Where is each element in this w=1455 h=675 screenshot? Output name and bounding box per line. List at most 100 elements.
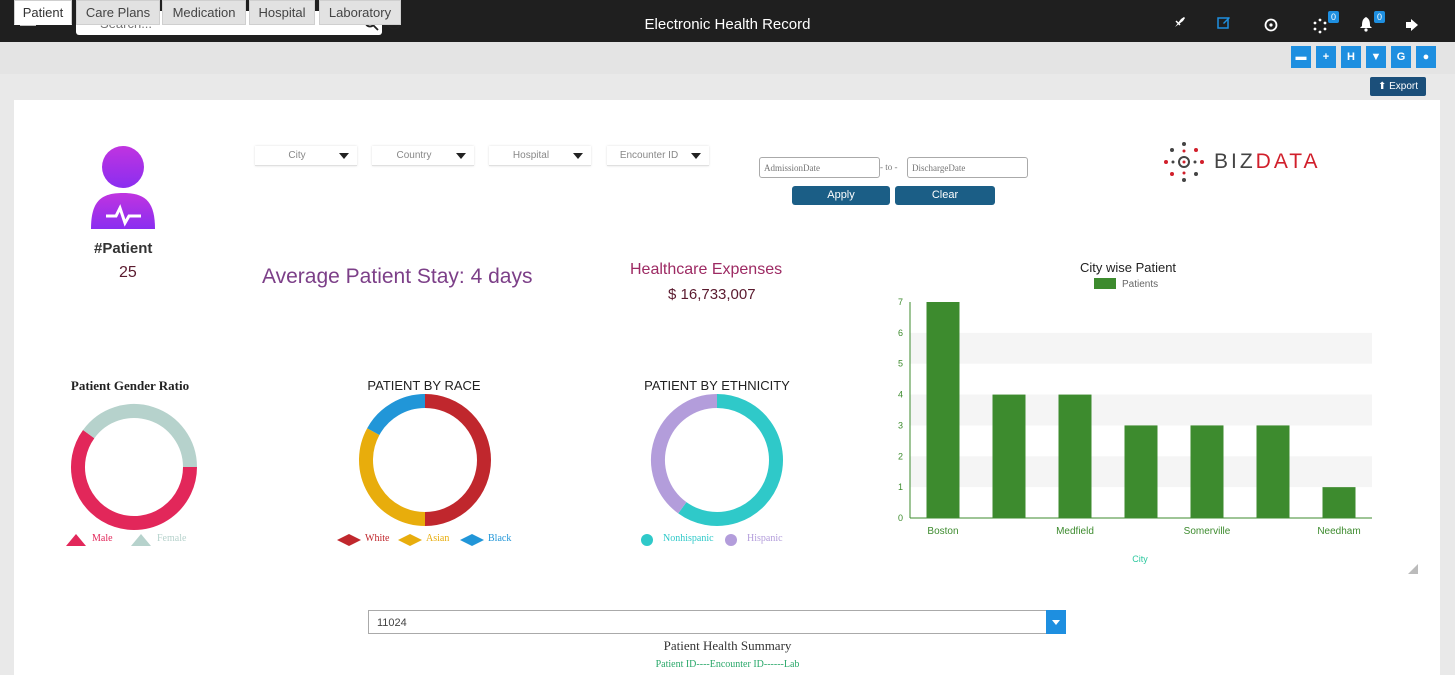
female-legend-icon (131, 534, 151, 546)
bar-6[interactable] (1322, 487, 1356, 518)
donut-slice-male[interactable] (71, 429, 197, 530)
caret-down-icon (573, 153, 583, 159)
asian-legend-icon (398, 534, 422, 546)
date-range-separator: - to - (880, 162, 898, 172)
tab-laboratory[interactable]: Laboratory (319, 0, 401, 25)
male-legend-icon (66, 534, 86, 546)
caret-down-icon (456, 153, 466, 159)
x-axis-label: City (1132, 554, 1148, 564)
black-legend-icon (460, 534, 484, 546)
caret-down-icon (339, 153, 349, 159)
filter-icon[interactable]: ▼ (1366, 46, 1386, 68)
gender-donut-chart (71, 404, 197, 530)
bar-1[interactable] (992, 394, 1026, 518)
logo-part-2: DATA (1255, 150, 1321, 173)
city-bar-chart: City wise Patient Patients 0 1 2 3 4 5 6 7 Boston M… (898, 260, 1372, 564)
admission-date-input[interactable] (759, 157, 880, 178)
legend-swatch-patients (1094, 278, 1116, 289)
export-button[interactable]: ⬆ Export (1370, 77, 1426, 96)
country-dropdown[interactable]: Country (372, 146, 474, 166)
logo-part-1: BIZ (1214, 150, 1256, 173)
caret-down-icon (1052, 620, 1060, 625)
race-chart-title: PATIENT BY RACE (367, 378, 481, 393)
resize-handle-icon[interactable] (1408, 564, 1418, 574)
patient-count-value: 25 (119, 264, 137, 281)
caret-down-icon (691, 153, 701, 159)
donut-slice-white[interactable] (424, 394, 491, 526)
donut-slice-female[interactable] (83, 404, 197, 468)
x-tick-label: Somerville (1184, 526, 1231, 537)
discharge-date-input[interactable] (907, 157, 1028, 178)
city-dropdown-label: City (288, 150, 306, 161)
bizdata-logo-text: BIZDATA (1214, 150, 1321, 174)
folder-icon[interactable]: ▬ (1291, 46, 1311, 68)
edit-icon[interactable] (1217, 15, 1231, 29)
loading-icon[interactable] (1312, 18, 1328, 34)
patient-icon (91, 146, 155, 229)
y-tick-label: 3 (898, 420, 903, 430)
sub-toolbar (0, 42, 1455, 74)
save-icon[interactable]: H (1341, 46, 1361, 68)
y-tick-label: 5 (898, 359, 903, 369)
bar-5[interactable] (1256, 425, 1290, 518)
average-stay-kpi: Average Patient Stay: 4 days (262, 265, 533, 288)
help-icon[interactable] (1264, 18, 1278, 32)
health-summary-title: Patient Health Summary (663, 638, 792, 653)
hospital-dropdown-label: Hospital (512, 150, 550, 161)
apply-button[interactable]: Apply (792, 186, 890, 205)
gender-chart-title: Patient Gender Ratio (70, 378, 190, 393)
bar-2[interactable] (1058, 394, 1092, 518)
legend-label-patients[interactable]: Patients (1122, 279, 1158, 290)
logout-icon[interactable] (1406, 19, 1420, 31)
donut-slice-black[interactable] (367, 394, 426, 436)
x-tick-label: Medfield (1056, 526, 1094, 537)
x-tick-label: Boston (927, 526, 958, 537)
y-tick-label: 6 (898, 328, 903, 338)
donut-slice-asian[interactable] (359, 428, 426, 526)
hospital-dropdown[interactable]: Hospital (489, 146, 591, 166)
bar-chart-title: City wise Patient (1080, 260, 1176, 275)
legend-hispanic[interactable]: Hispanic (747, 533, 783, 544)
ethnicity-donut-chart (651, 394, 783, 526)
bar-3[interactable] (1124, 425, 1158, 518)
add-icon[interactable]: + (1316, 46, 1336, 68)
country-dropdown-label: Country (396, 150, 432, 161)
legend-black[interactable]: Black (488, 533, 511, 544)
tasks-badge: 0 (1328, 11, 1340, 23)
settings-tool-icon[interactable] (1173, 15, 1187, 29)
y-tick-label: 7 (898, 297, 903, 307)
tab-hospital[interactable]: Hospital (249, 0, 315, 25)
tab-care-plans[interactable]: Care Plans (76, 0, 160, 25)
city-dropdown[interactable]: City (255, 146, 357, 166)
y-tick-label: 0 (898, 513, 903, 523)
legend-nonhispanic[interactable]: Nonhispanic (663, 533, 714, 544)
expenses-value: $ 16,733,007 (668, 286, 756, 303)
donut-slice-hispanic[interactable] (651, 394, 718, 514)
notification-badge: 0 (1374, 11, 1386, 23)
tab-patient[interactable]: Patient (14, 0, 72, 25)
donut-slice-nonhispanic[interactable] (678, 394, 783, 526)
bar-0[interactable] (926, 302, 960, 518)
export-label: Export (1389, 81, 1419, 92)
y-tick-label: 1 (898, 482, 903, 492)
refresh-icon[interactable]: G (1391, 46, 1411, 68)
patient-count-label: #Patient (94, 240, 153, 257)
encounter-dropdown[interactable]: Encounter ID (607, 146, 709, 166)
y-tick-label: 2 (898, 451, 903, 461)
tab-medication[interactable]: Medication (162, 0, 246, 25)
user-icon[interactable]: ● (1416, 46, 1436, 68)
legend-asian[interactable]: Asian (426, 533, 449, 544)
y-tick-label: 4 (898, 390, 903, 400)
bell-icon[interactable] (1359, 16, 1373, 32)
legend-female[interactable]: Female (157, 533, 186, 544)
legend-male[interactable]: Male (92, 533, 113, 544)
bar-4[interactable] (1190, 425, 1224, 518)
clear-button[interactable]: Clear (895, 186, 995, 205)
select-dropdown-button[interactable] (1046, 610, 1066, 634)
nonhispanic-legend-icon (641, 534, 653, 546)
patient-id-select[interactable]: 11024 (368, 610, 1066, 634)
legend-white[interactable]: White (365, 533, 389, 544)
hispanic-legend-icon (725, 534, 737, 546)
encounter-dropdown-label: Encounter ID (619, 150, 679, 161)
health-summary-columns: Patient ID----Encounter ID------Lab (655, 659, 800, 670)
